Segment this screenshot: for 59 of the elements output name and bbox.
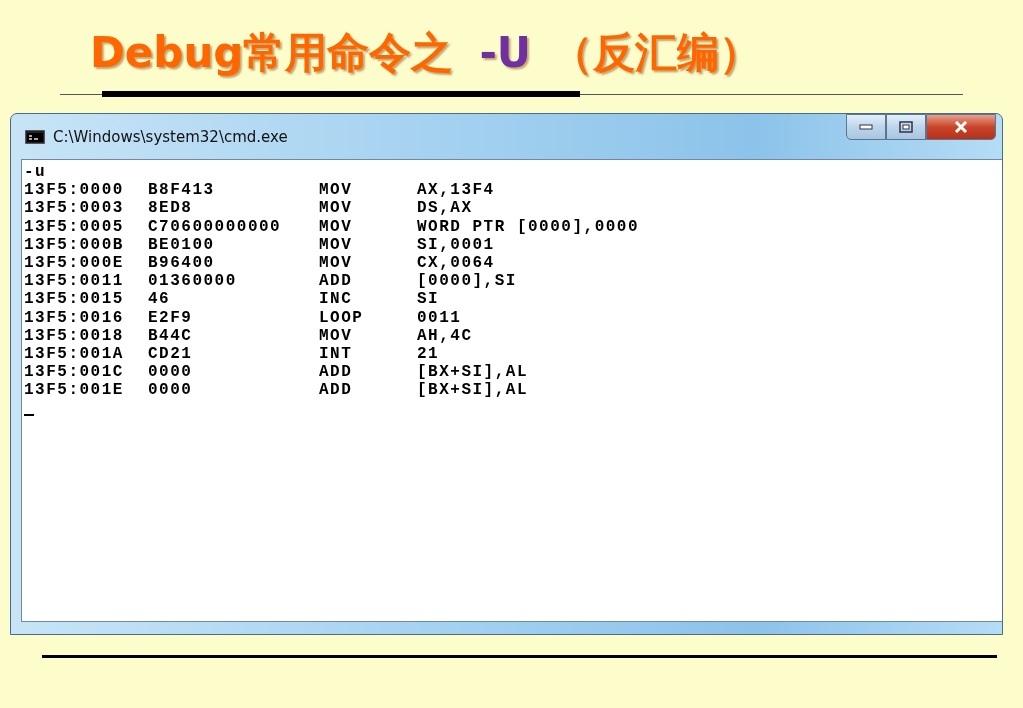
address-text: 13F5:001A [24,345,125,364]
mnemonic-text: ADD [319,272,354,291]
address-text: 13F5:001C [24,363,125,382]
machine-code-text: 01360000 [148,272,238,291]
machine-code-text: B8F413 [148,181,216,200]
address-text: 13F5:0011 [24,272,125,291]
mnemonic-text: MOV [319,181,354,200]
window-title: C:\Windows\system32\cmd.exe [53,127,288,146]
maximize-icon [899,121,913,133]
machine-code-text: B44C [148,326,194,346]
machine-code-text: E2F9 [148,308,194,327]
address-text: 13F5:0015 [24,290,125,309]
mnemonic-text: INC [319,290,354,309]
machine-code-text: 0000 [148,381,194,400]
address-text: 13F5:000E [24,254,125,273]
operands-text: SI,0001 [417,235,496,254]
operands-text: CX,0064 [417,254,496,273]
address-text: 13F5:0016 [24,308,125,327]
operands-text: 0011 [417,308,463,327]
mnemonic-text: MOV [319,235,354,254]
address-text: 13F5:0005 [24,217,125,236]
slide-title: Debug常用命令之 -U （反汇编） [90,27,761,79]
mnemonic-text: MOV [319,326,354,346]
close-icon [954,121,968,133]
operands-text: 21 [417,345,441,364]
operands-text: WORD PTR [0000],0000 [417,217,641,236]
close-button[interactable] [926,114,996,140]
mnemonic-text: MOV [319,254,354,273]
machine-code-text: C70600000000 [148,217,283,236]
operands-text: AH,4C [417,326,474,346]
machine-code-text: B96400 [148,254,216,273]
address-text: 13F5:0003 [24,199,125,218]
minimize-icon [859,124,873,130]
operands-text: [0000],SI [417,272,518,291]
operands-text: [BX+SI],AL [417,381,529,400]
mnemonic-text: ADD [319,381,354,400]
address-text: 13F5:0018 [24,326,125,346]
mnemonic-text: MOV [319,217,354,236]
operands-text: SI [417,290,441,309]
mnemonic-text: INT [319,345,354,364]
address-text: 13F5:0000 [24,181,125,200]
mnemonic-text: ADD [319,363,354,382]
machine-code-text: BE0100 [148,235,216,254]
text-cursor [24,413,34,416]
command-prompt: -u [24,163,48,182]
maximize-button[interactable] [886,114,926,140]
address-text: 13F5:000B [24,235,125,254]
mnemonic-text: LOOP [319,308,365,327]
console-app-icon [25,129,45,144]
operands-text: DS,AX [417,199,474,218]
machine-code-text: 8ED8 [148,199,194,218]
machine-code-text: CD21 [148,345,194,364]
machine-code-text: 46 [148,290,172,309]
address-text: 13F5:001E [24,381,125,400]
minimize-button[interactable] [846,114,886,140]
machine-code-text: 0000 [148,363,194,382]
operands-text: AX,13F4 [417,181,496,200]
operands-text: [BX+SI],AL [417,363,529,382]
mnemonic-text: MOV [319,199,354,218]
